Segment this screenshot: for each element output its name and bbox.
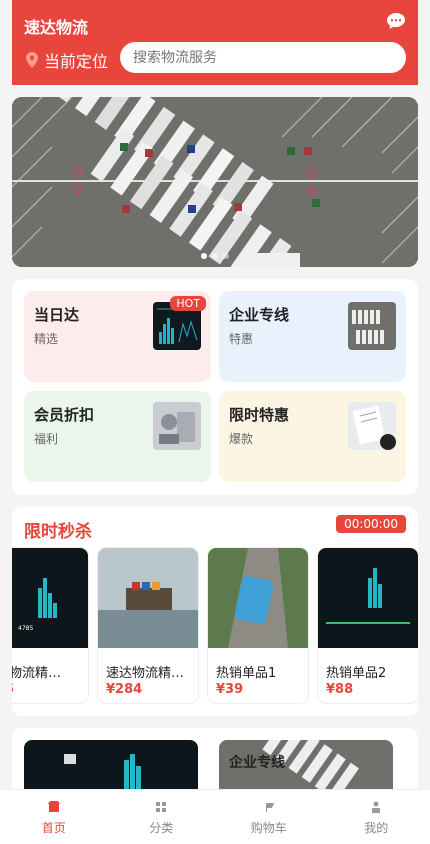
category-card-enterprise[interactable]: 企业专线 特惠	[219, 291, 406, 382]
home-icon	[47, 801, 60, 812]
tab-label: 购物车	[250, 821, 287, 835]
category-thumbnail	[153, 402, 201, 450]
category-title: 当日达	[34, 306, 80, 324]
product-price: ¥88	[326, 682, 354, 697]
banner-image	[12, 97, 418, 267]
search-input[interactable]	[120, 42, 406, 73]
product-price: ¥284	[106, 682, 143, 697]
product-image	[208, 548, 308, 648]
grid-icon	[156, 802, 167, 812]
tab-profile[interactable]: 我的	[323, 790, 430, 844]
recommend-feed: 企业专线	[12, 728, 418, 798]
category-title: 限时特惠	[229, 406, 290, 424]
carousel-dot[interactable]	[223, 253, 229, 259]
tab-category[interactable]: 分类	[108, 790, 216, 844]
product-name: 热销单品1	[216, 666, 277, 681]
category-thumbnail	[348, 402, 396, 450]
tab-label: 首页	[41, 821, 66, 835]
bottom-tab-bar: 首页 分类 购物车 我的	[0, 789, 430, 844]
banner-carousel[interactable]	[12, 97, 418, 267]
carousel-dot[interactable]	[212, 253, 218, 259]
tab-label: 我的	[364, 821, 389, 835]
location-pin-icon	[26, 52, 38, 68]
carousel-dot[interactable]	[201, 253, 207, 259]
category-subtitle: 精选	[34, 332, 59, 346]
product-price: 35	[12, 682, 14, 697]
hot-badge: HOT	[170, 296, 206, 311]
product-name: 速达物流精…	[106, 666, 185, 681]
product-image: 4785	[12, 548, 88, 648]
product-image	[318, 548, 418, 648]
cart-icon	[263, 803, 274, 812]
product-card[interactable]: 4785 达物流精… 35	[12, 548, 88, 703]
product-card[interactable]: 速达物流精… ¥284	[98, 548, 198, 703]
product-image	[98, 548, 198, 648]
product-name: 达物流精…	[12, 666, 62, 681]
tab-home[interactable]: 首页	[0, 790, 108, 844]
category-title: 会员折扣	[34, 406, 95, 424]
user-icon	[372, 801, 381, 813]
category-card-same-day[interactable]: 当日达 精选 HOT	[24, 291, 211, 382]
header: 速达物流 当前定位	[12, 0, 418, 85]
category-subtitle: 福利	[34, 432, 59, 446]
countdown-timer: 00:00:00	[336, 515, 406, 533]
feed-card-title: 企业专线	[229, 755, 285, 771]
category-title: 企业专线	[229, 306, 290, 324]
message-icon[interactable]	[386, 12, 406, 30]
category-card-limited-offer[interactable]: 限时特惠 爆款	[219, 391, 406, 482]
svg-text:4785: 4785	[18, 625, 33, 632]
product-price: ¥39	[216, 682, 244, 697]
app-title: 速达物流	[24, 18, 89, 37]
tab-label: 分类	[149, 821, 174, 835]
location-selector[interactable]: 当前定位	[26, 48, 108, 72]
category-grid: 当日达 精选 HOT 企业专线 特惠 会员折扣 福利 限时特惠 爆款	[12, 279, 418, 495]
location-label: 当前定位	[44, 52, 109, 71]
carousel-dots	[12, 253, 418, 259]
product-card[interactable]: 热销单品1 ¥39	[208, 548, 308, 703]
category-subtitle: 特惠	[229, 332, 254, 346]
tab-cart[interactable]: 购物车	[215, 790, 323, 844]
category-card-member[interactable]: 会员折扣 福利	[24, 391, 211, 482]
flash-sale-title: 限时秒杀	[24, 522, 92, 542]
flash-sale-section: 限时秒杀 00:00:00 4785 达物流精… 35 速达物流精… ¥284 …	[12, 507, 418, 716]
category-thumbnail	[348, 302, 396, 350]
product-name: 热销单品2	[326, 666, 387, 681]
product-card[interactable]: 热销单品2 ¥88	[318, 548, 418, 703]
category-subtitle: 爆款	[229, 432, 254, 446]
